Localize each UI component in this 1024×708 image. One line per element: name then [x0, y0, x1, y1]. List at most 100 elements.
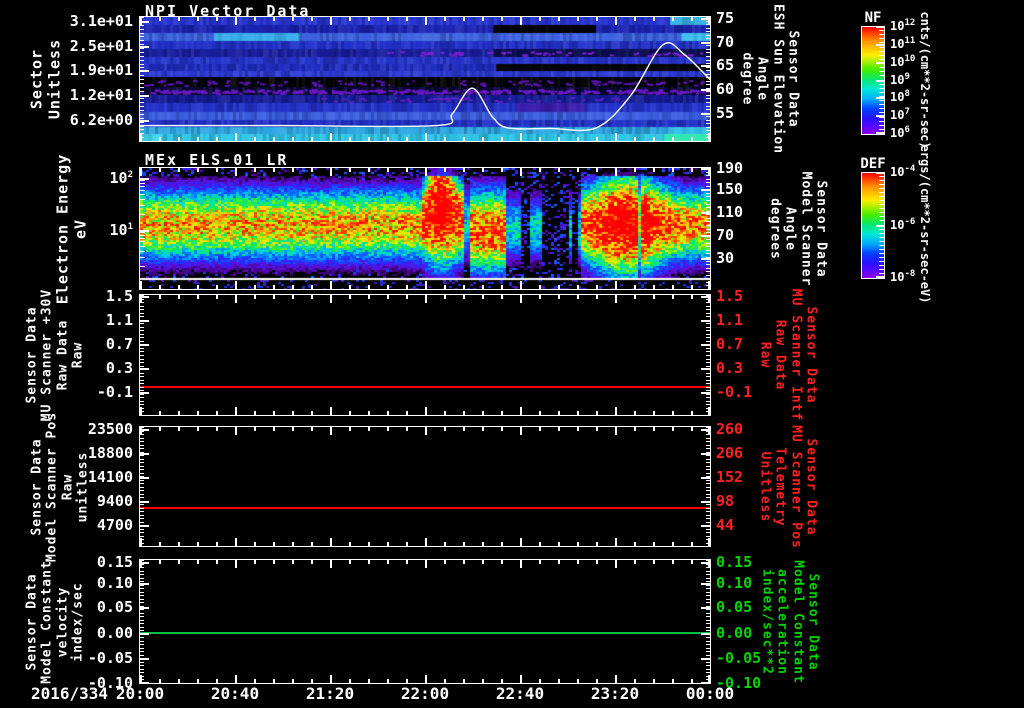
axis-minor-tick — [706, 289, 710, 290]
axis-major-tick — [140, 45, 149, 48]
x-minor-tick — [691, 679, 693, 683]
x-minor-tick — [216, 427, 218, 431]
axis-minor-tick — [140, 390, 144, 392]
axis-minor-tick — [706, 616, 710, 618]
axis-minor-tick — [706, 619, 710, 621]
axis-minor-tick — [140, 448, 144, 449]
x-minor-tick — [159, 295, 161, 299]
axis-minor-tick — [706, 214, 710, 216]
x-minor-tick — [558, 137, 560, 141]
x-minor-tick — [197, 285, 199, 289]
axis-minor-tick — [706, 528, 710, 530]
axis-minor-tick — [706, 228, 710, 230]
axis-minor-tick — [140, 616, 144, 618]
x-minor-tick — [634, 285, 636, 289]
axis-minor-tick — [706, 232, 710, 234]
axis-minor-tick — [140, 647, 144, 649]
x-minor-tick — [292, 168, 294, 172]
x-minor-tick — [159, 679, 161, 683]
axis-minor-tick — [140, 483, 144, 484]
colorbar-minor-tick — [879, 104, 884, 106]
x-minor-tick — [140, 168, 142, 176]
colorbar-minor-tick — [879, 128, 884, 130]
axis-major-tick — [701, 606, 710, 609]
x-minor-tick — [330, 168, 332, 176]
axis-major-tick — [140, 501, 149, 504]
axis-minor-tick — [706, 355, 710, 356]
axis-minor-tick — [706, 462, 710, 463]
x-minor-tick — [216, 679, 218, 683]
axis-minor-tick — [140, 141, 144, 142]
x-minor-tick — [520, 538, 522, 546]
axis-minor-tick — [140, 437, 144, 439]
x-minor-tick — [235, 168, 237, 176]
axis-minor-tick — [140, 661, 144, 663]
time-label: 20:00 — [115, 684, 165, 703]
x-minor-tick — [311, 542, 313, 546]
axis-minor-tick — [140, 305, 144, 307]
x-minor-tick — [501, 295, 503, 299]
x-minor-tick — [254, 17, 256, 21]
x-minor-tick — [615, 407, 617, 415]
axis-minor-tick — [706, 581, 710, 583]
axis-minor-tick — [140, 602, 144, 604]
x-minor-tick — [368, 542, 370, 546]
axis-minor-tick — [706, 595, 710, 597]
x-minor-tick — [634, 542, 636, 546]
x-minor-tick — [330, 407, 332, 415]
axis-minor-tick — [140, 570, 144, 572]
x-minor-tick — [672, 679, 674, 683]
x-minor-tick — [444, 411, 446, 415]
axis-major-tick — [140, 583, 149, 585]
x-minor-tick — [311, 137, 313, 141]
axis-major-tick — [701, 89, 710, 92]
axis-minor-tick — [140, 51, 144, 53]
x-minor-tick — [140, 560, 142, 568]
axis-minor-tick — [140, 214, 145, 216]
x-minor-tick — [520, 675, 522, 683]
axis-minor-tick — [140, 598, 144, 600]
axis-major-tick — [701, 368, 710, 371]
x-minor-tick — [501, 168, 503, 172]
axis-minor-tick — [140, 626, 144, 628]
sun-elevation-curve — [140, 42, 710, 132]
x-minor-tick — [178, 560, 180, 564]
x-minor-tick — [387, 679, 389, 683]
x-minor-tick — [387, 295, 389, 299]
axis-minor-tick — [706, 654, 710, 656]
axis-minor-tick — [706, 323, 710, 325]
x-minor-tick — [178, 295, 180, 299]
axis-minor-tick — [140, 28, 144, 30]
axis-minor-tick — [706, 109, 710, 111]
x-minor-tick — [140, 407, 142, 415]
axis-minor-tick — [140, 351, 144, 353]
x-minor-tick — [235, 17, 237, 25]
axis-minor-tick — [706, 637, 710, 639]
x-minor-tick — [672, 560, 674, 564]
axis-minor-tick — [140, 654, 144, 656]
els-right-axis-title: Sensor Data Model Scanner Angle degrees — [767, 171, 829, 286]
axis-major-tick — [140, 606, 149, 609]
axis-major-tick — [701, 257, 710, 260]
axis-minor-tick — [140, 376, 144, 378]
x-minor-tick — [463, 17, 465, 21]
x-minor-tick — [672, 295, 674, 299]
axis-minor-tick — [140, 55, 144, 57]
colorbar-major-tick — [876, 43, 884, 46]
x-minor-tick — [330, 538, 332, 546]
x-minor-tick — [596, 411, 598, 415]
axis-minor-tick — [140, 86, 144, 88]
axis-minor-tick — [706, 130, 710, 132]
axis-minor-tick — [140, 458, 144, 460]
x-minor-tick — [330, 427, 332, 435]
model-scanner-pos-line — [140, 507, 710, 510]
x-minor-tick — [463, 295, 465, 299]
x-minor-tick — [444, 137, 446, 141]
x-minor-tick — [634, 137, 636, 141]
x-minor-tick — [159, 560, 161, 564]
axis-minor-tick — [140, 365, 144, 367]
axis-minor-tick — [140, 75, 144, 77]
axis-minor-tick — [706, 665, 710, 667]
axis-minor-tick — [706, 316, 710, 318]
x-minor-tick — [577, 542, 579, 546]
